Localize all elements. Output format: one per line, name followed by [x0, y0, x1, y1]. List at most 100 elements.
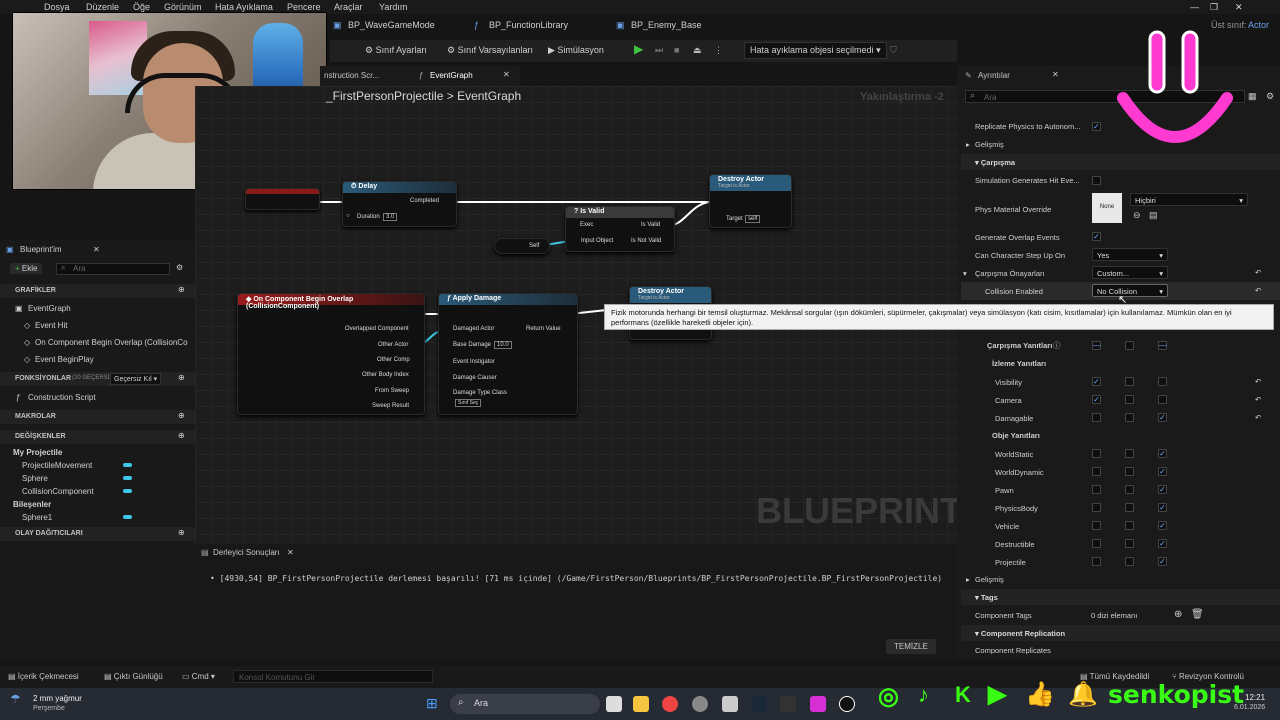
checkbox-ignore[interactable] [1092, 539, 1101, 548]
grid-view-icon[interactable]: ▦ [1248, 91, 1257, 102]
tree-item-begin-play[interactable]: Event BeginPlay [35, 355, 94, 364]
collision-presets-dropdown[interactable]: Custom... ▾ [1092, 266, 1168, 279]
checkbox-block[interactable]: ✓ [1158, 521, 1167, 530]
reset-icon[interactable]: ↶ [1255, 377, 1261, 386]
pin-exec[interactable]: Exec [580, 222, 593, 228]
checkbox-block-all[interactable]: — [1158, 341, 1167, 350]
pin-other-comp[interactable]: Other Comp [377, 357, 410, 363]
checkbox-generate-overlap[interactable]: ✓ [1092, 232, 1101, 241]
pin-other-actor[interactable]: Other Actor [378, 342, 408, 348]
pin-completed[interactable]: Completed [410, 198, 439, 204]
help-icon[interactable]: ⓘ [1053, 340, 1061, 351]
task-view-icon[interactable] [606, 696, 622, 712]
category-components[interactable]: Bileşenler [13, 500, 51, 509]
checkbox-block[interactable]: ✓ [1158, 485, 1167, 494]
simulation-button[interactable]: ▶ Simülasyon [548, 45, 604, 56]
step-icon[interactable]: ⏭ [655, 45, 663, 56]
more-options-icon[interactable]: ⋮ [714, 45, 723, 56]
close-tab-icon[interactable]: ✕ [287, 548, 294, 557]
checkbox-block[interactable]: ✓ [1158, 539, 1167, 548]
checkbox-overlap[interactable] [1125, 467, 1134, 476]
pin-duration[interactable]: Duration [357, 214, 380, 220]
tab-wave-game-mode[interactable]: BP_WaveGameMode [348, 20, 435, 30]
pin-input-object[interactable]: Input Object [581, 238, 613, 244]
parent-class-link[interactable]: Actor [1248, 20, 1269, 30]
reset-icon[interactable]: ↶ [1255, 268, 1261, 277]
checkbox-overlap-all[interactable] [1125, 341, 1134, 350]
stop-icon[interactable]: ■ [674, 45, 679, 55]
content-drawer-button[interactable]: ▤ İçerik Çekmecesi [8, 672, 79, 681]
pin-overlapped-component[interactable]: Overlapped Component [345, 326, 409, 332]
add-button[interactable]: + Ekle [10, 263, 43, 274]
menu-edit[interactable]: Düzenle [86, 2, 119, 12]
blueprint-search-input[interactable]: Ara [56, 263, 170, 275]
phys-material-dropdown[interactable]: Hiçbiri ▾ [1130, 193, 1248, 206]
use-selected-icon[interactable]: ⊖ [1133, 210, 1141, 221]
file-explorer-icon[interactable] [633, 696, 649, 712]
advanced-expander-2[interactable]: Gelişmiş [975, 575, 1004, 584]
override-dropdown[interactable]: Geçersiz Kıl ▾ [110, 373, 162, 385]
replication-section[interactable]: ▾ Component Replication [961, 625, 1280, 641]
checkbox-overlap[interactable] [1125, 503, 1134, 512]
checkbox-block[interactable]: ✓ [1158, 467, 1167, 476]
close-panel-icon[interactable]: ✕ [93, 245, 100, 254]
is-valid-node[interactable]: ? Is Valid [565, 206, 675, 252]
checkbox-ignore-all[interactable]: — [1092, 341, 1101, 350]
add-element-icon[interactable]: ⊕ [1174, 609, 1182, 620]
steam-icon[interactable] [751, 696, 767, 712]
windows-start-icon[interactable]: ⊞ [426, 695, 438, 712]
reset-icon[interactable]: ↶ [1255, 395, 1261, 404]
advanced-expander[interactable]: Gelişmiş [975, 140, 1004, 149]
checkbox-ignore[interactable] [1092, 521, 1101, 530]
checkbox-overlap[interactable] [1125, 485, 1134, 494]
console-input[interactable]: Konsol Komutunu Gir [233, 670, 433, 683]
minimize-icon[interactable]: — [1190, 2, 1199, 12]
add-graph-icon[interactable]: ⊕ [178, 285, 185, 294]
add-function-icon[interactable]: ⊕ [178, 373, 185, 382]
event-node-partial[interactable] [245, 188, 320, 210]
add-macro-icon[interactable]: ⊕ [178, 411, 185, 420]
class-defaults-button[interactable]: ⚙ Sınıf Varsayılanları [447, 45, 533, 56]
collapse-icon[interactable]: ▾ [963, 269, 967, 278]
checkbox-ignore[interactable] [1092, 485, 1101, 494]
play-icon[interactable]: ▶ [634, 42, 643, 56]
base-damage-value[interactable]: 10.0 [494, 341, 512, 349]
pin-damaged-actor[interactable]: Damaged Actor [453, 326, 494, 332]
checkbox-block[interactable]: ✓ [1158, 557, 1167, 566]
step-up-dropdown[interactable]: Yes ▾ [1092, 248, 1168, 261]
pin-base-damage[interactable]: Base Damage [453, 342, 491, 348]
material-thumbnail[interactable]: None [1092, 193, 1122, 223]
reset-icon[interactable]: ↶ [1255, 413, 1261, 422]
tags-section[interactable]: ▾ Tags [961, 589, 1280, 605]
reset-icon[interactable]: ↶ [1255, 286, 1261, 295]
pin-damage-type-class[interactable]: Damage Type Class [453, 390, 507, 396]
pin-from-sweep[interactable]: From Sweep [375, 388, 409, 394]
weather-text[interactable]: 2 mm yağmur [33, 694, 82, 703]
checkbox-ignore[interactable] [1092, 449, 1101, 458]
checkbox-overlap[interactable] [1125, 557, 1134, 566]
var-projectile-movement[interactable]: ProjectileMovement [22, 461, 92, 470]
checkbox-ignore[interactable] [1092, 413, 1101, 422]
checkbox-block[interactable] [1158, 395, 1167, 404]
epic-games-icon[interactable] [780, 696, 796, 712]
trash-icon[interactable]: 🗑 [1191, 609, 1204, 620]
checkbox-overlap[interactable] [1125, 395, 1134, 404]
maximize-icon[interactable]: ❐ [1210, 2, 1218, 13]
menu-tools[interactable]: Araçlar [334, 2, 363, 12]
menu-window[interactable]: Pencere [287, 2, 321, 12]
close-panel-icon[interactable]: ✕ [1052, 70, 1059, 79]
collision-enabled-dropdown[interactable]: No Collision ▾ [1092, 284, 1168, 297]
menu-file[interactable]: Dosya [44, 2, 70, 12]
checkbox-ignore[interactable]: ✓ [1092, 395, 1101, 404]
tab-enemy-base[interactable]: BP_Enemy_Base [631, 20, 702, 30]
pin-is-valid[interactable]: Is Valid [641, 222, 660, 228]
pin-target[interactable]: Target [726, 216, 743, 222]
checkbox-ignore[interactable] [1092, 467, 1101, 476]
expand-icon[interactable]: ▸ [966, 575, 970, 584]
class-settings-button[interactable]: ⚙ Sınıf Ayarları [365, 45, 427, 56]
var-sphere[interactable]: Sphere [22, 474, 48, 483]
close-tab-icon[interactable]: ✕ [503, 70, 510, 79]
eject-icon[interactable]: ⏏ [693, 45, 702, 56]
menu-debug[interactable]: Hata Ayıklama [215, 2, 273, 12]
pin-damage-causer[interactable]: Damage Causer [453, 375, 497, 381]
